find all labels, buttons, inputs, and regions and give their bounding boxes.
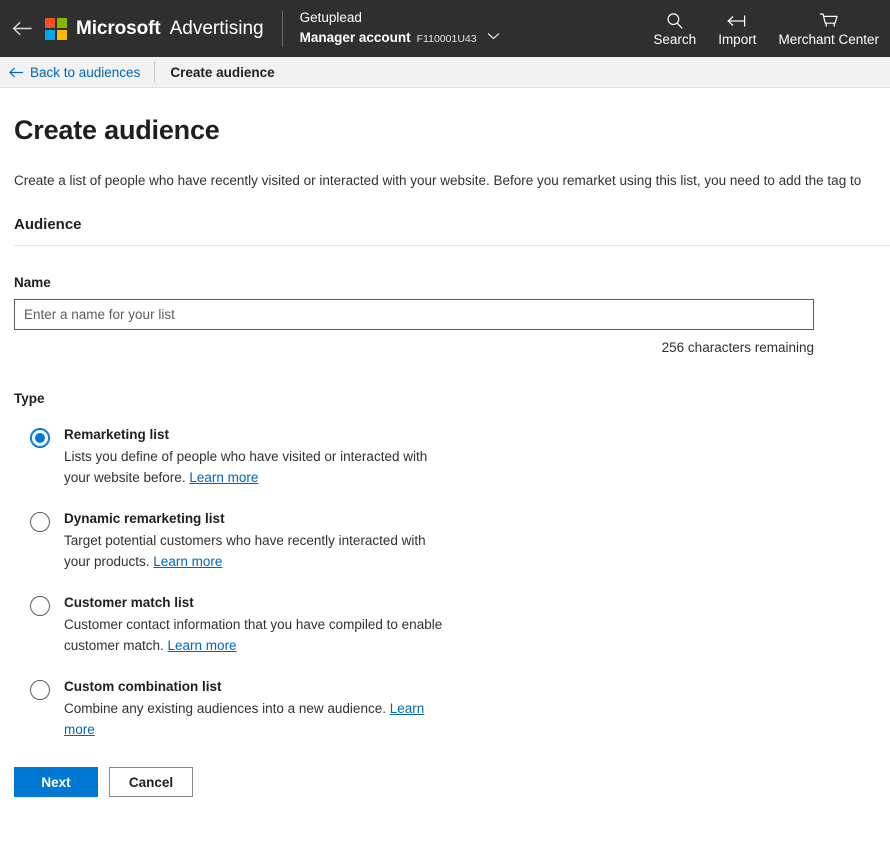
import-button[interactable]: Import	[707, 0, 767, 57]
import-label: Import	[718, 31, 757, 47]
breadcrumb-current-page: Create audience	[170, 64, 275, 80]
audience-name-input[interactable]	[14, 299, 814, 330]
search-icon	[666, 11, 684, 30]
search-label: Search	[653, 31, 697, 47]
character-count-text: 256 characters remaining	[661, 340, 814, 355]
radio-option-remarketing-list[interactable]: Remarketing list Lists you define of peo…	[14, 426, 876, 489]
option-description: Lists you define of people who have visi…	[64, 447, 449, 489]
brand-microsoft-label: Microsoft	[76, 17, 161, 39]
option-description-text: Combine any existing audiences into a ne…	[64, 701, 390, 717]
page-title: Create audience	[14, 115, 220, 145]
next-button[interactable]: Next	[14, 767, 98, 798]
radio-button[interactable]	[30, 512, 50, 533]
microsoft-logo-icon	[45, 17, 67, 40]
account-selector[interactable]: Getuplead Manager account F110001U43	[300, 9, 500, 49]
arrow-left-icon	[12, 21, 32, 36]
option-description: Customer contact information that you ha…	[64, 615, 449, 657]
shopping-cart-icon	[819, 11, 839, 30]
radio-option-customer-match-list[interactable]: Customer match list Customer contact inf…	[14, 594, 876, 657]
option-description-text: Customer contact information that you ha…	[64, 617, 443, 654]
header-divider	[281, 10, 283, 47]
option-title: Remarketing list	[64, 427, 170, 442]
radio-button[interactable]	[30, 428, 50, 448]
cancel-button[interactable]: Cancel	[109, 767, 193, 798]
option-description: Target potential customers who have rece…	[64, 531, 449, 573]
audience-section-heading: Audience	[14, 216, 82, 233]
browser-back-button[interactable]	[0, 0, 45, 57]
option-title: Customer match list	[64, 595, 194, 611]
merchant-center-button[interactable]: Merchant Center	[767, 0, 890, 57]
back-to-audiences-link[interactable]: Back to audiences	[0, 65, 154, 80]
microsoft-advertising-brand[interactable]: Microsoft Advertising	[45, 17, 282, 40]
option-description-text: Target potential customers who have rece…	[64, 533, 426, 570]
option-description: Combine any existing audiences into a ne…	[64, 699, 449, 741]
breadcrumb: Back to audiences Create audience	[0, 57, 890, 88]
form-actions: Next Cancel	[14, 767, 876, 817]
header-actions: Search Import Merchant Center	[642, 0, 890, 57]
page-description: Create a list of people who have recentl…	[14, 173, 862, 188]
import-arrow-icon	[726, 11, 748, 30]
learn-more-link[interactable]: Learn more	[168, 638, 237, 653]
option-title: Dynamic remarketing list	[64, 511, 225, 527]
radio-button[interactable]	[30, 680, 50, 701]
account-name: Getuplead	[299, 9, 362, 25]
top-navigation-bar: Microsoft Advertising Getuplead Manager …	[0, 0, 890, 57]
type-field-label: Type	[14, 391, 45, 406]
option-title: Custom combination list	[64, 679, 222, 695]
account-type-label: Manager account	[299, 29, 411, 45]
radio-button[interactable]	[30, 596, 50, 617]
audience-type-radio-group: Remarketing list Lists you define of peo…	[14, 426, 876, 741]
radio-option-dynamic-remarketing-list[interactable]: Dynamic remarketing list Target potentia…	[14, 510, 876, 573]
chevron-down-icon	[487, 25, 500, 47]
search-button[interactable]: Search	[642, 0, 707, 57]
create-audience-page: Create audience Create a list of people …	[0, 115, 890, 817]
radio-option-custom-combination-list[interactable]: Custom combination list Combine any exis…	[14, 678, 876, 741]
brand-product-label: Advertising	[169, 17, 264, 39]
learn-more-link[interactable]: Learn more	[153, 554, 222, 569]
learn-more-link[interactable]: Learn more	[189, 470, 258, 485]
back-to-audiences-label: Back to audiences	[30, 64, 141, 80]
merchant-center-label: Merchant Center	[778, 31, 879, 47]
section-divider	[14, 245, 890, 246]
arrow-left-icon	[9, 67, 23, 77]
account-id: F110001U43	[416, 32, 477, 45]
name-field-label: Name	[14, 275, 51, 290]
